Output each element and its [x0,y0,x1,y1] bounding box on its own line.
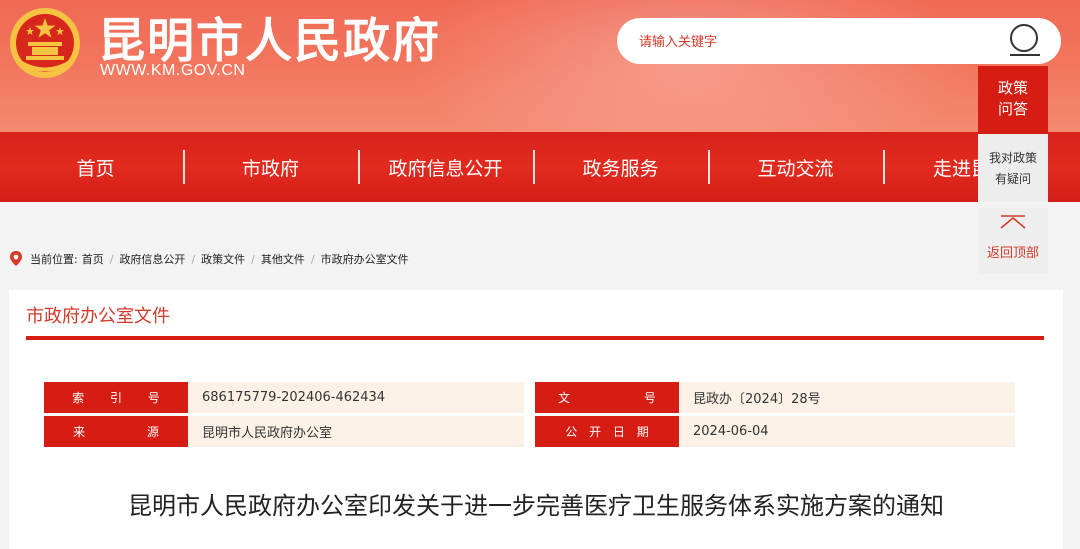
breadcrumb-separator: / [310,252,315,266]
breadcrumb-prefix: 当前位置: [30,253,78,266]
nav-item-interaction[interactable]: 互动交流 [708,132,883,202]
breadcrumb-separator: / [109,252,114,266]
meta-row-index: 索 引 号 686175779-202406-462434 [44,382,524,413]
breadcrumb-item-home[interactable]: 首页 [82,251,104,267]
location-pin-icon [10,251,22,266]
chevron-up-icon [1000,215,1026,229]
meta-row-date: 公 开 日 期 2024-06-04 [535,416,1015,447]
breadcrumb-separator: / [251,252,255,266]
site-title[interactable]: 昆明市人民政府 [98,2,441,71]
document-title: 昆明市人民政府办公室印发关于进一步完善医疗卫生服务体系实施方案的通知 [128,492,944,520]
meta-value-source: 昆明市人民政府办公室 [188,416,524,447]
meta-label-source: 来 源 [44,416,188,447]
meta-row-source: 来 源 昆明市人民政府办公室 [44,416,524,447]
meta-value-index: 686175779-202406-462434 [188,382,524,413]
meta-value-doc-no: 昆政办〔2024〕28号 [679,382,1015,413]
nav-item-info-disclosure[interactable]: 政府信息公开 [358,132,533,202]
policy-qa-label-line2: 问答 [997,100,1028,118]
back-to-top-label: 返回顶部 [986,246,1039,261]
policy-question-label-line1: 我对政策 [988,151,1037,165]
site-header: 昆明市人民政府 WWW.KM.GOV.CN [0,0,1080,132]
nav-item-city-government[interactable]: 市政府 [183,132,358,202]
policy-qa-button[interactable]: 政策 问答 [978,66,1048,134]
breadcrumb-item-other-docs[interactable]: 其他文件 [261,251,305,267]
policy-qa-label-line1: 政策 [997,79,1028,97]
meta-value-date: 2024-06-04 [679,416,1015,447]
breadcrumb-item-policy-docs[interactable]: 政策文件 [201,251,245,267]
breadcrumb-separator: / [191,252,196,266]
breadcrumb-item-office-docs[interactable]: 市政府办公室文件 [321,251,409,267]
floating-side-panel: 政策 问答 我对政策 有疑问 返回顶部 [978,66,1048,274]
search-icon[interactable] [1007,23,1045,59]
search-input[interactable] [639,26,999,56]
main-nav: 首页 市政府 政府信息公开 政务服务 互动交流 走进昆 [0,132,1080,202]
policy-question-label-line2: 有疑问 [994,172,1031,186]
meta-row-doc-no: 文 号 昆政办〔2024〕28号 [535,382,1015,413]
search-box [617,18,1061,64]
nav-item-home[interactable]: 首页 [8,132,183,202]
back-to-top-button[interactable]: 返回顶部 [978,208,1048,274]
site-url[interactable]: WWW.KM.GOV.CN [100,62,245,80]
breadcrumb: 当前位置: 首页 / 政府信息公开 / 政策文件 / 其他文件 / 市政府办公室… [8,248,409,270]
national-emblem-icon [10,8,80,78]
meta-label-index: 索 引 号 [44,382,188,413]
meta-label-doc-no: 文 号 [535,382,679,413]
nav-item-gov-services[interactable]: 政务服务 [533,132,708,202]
section-divider [26,336,1044,340]
breadcrumb-item-info-disclosure[interactable]: 政府信息公开 [119,251,185,267]
document-card: 市政府办公室文件 索 引 号 686175779-202406-462434 文… [9,290,1063,549]
meta-label-date: 公 开 日 期 [535,416,679,447]
section-title: 市政府办公室文件 [26,306,170,327]
policy-question-button[interactable]: 我对政策 有疑问 [978,134,1048,202]
